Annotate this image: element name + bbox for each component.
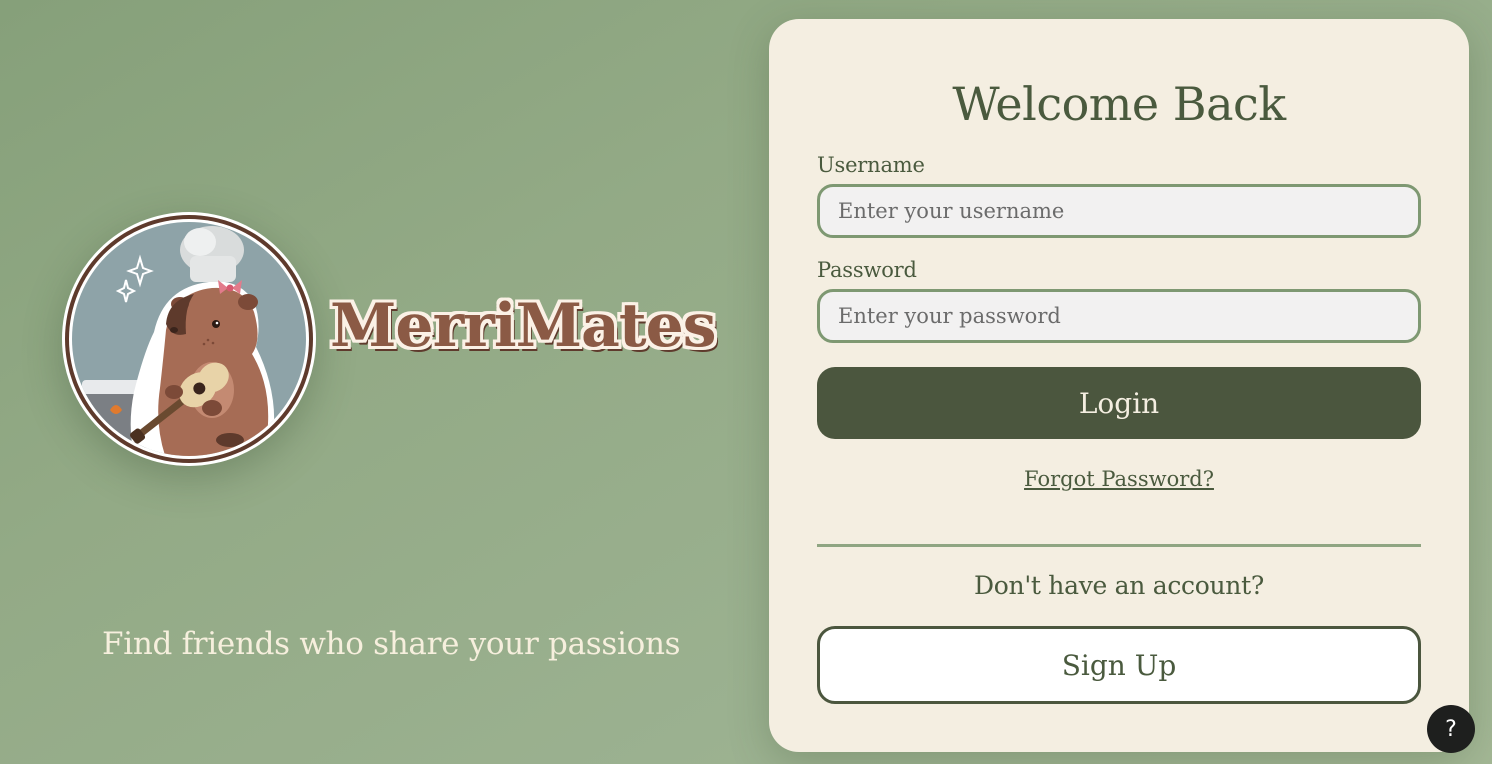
page-title: Welcome Back bbox=[952, 77, 1286, 131]
logo-badge bbox=[62, 212, 316, 466]
help-icon: ? bbox=[1445, 716, 1457, 742]
divider bbox=[817, 544, 1421, 547]
no-account-text: Don't have an account? bbox=[974, 571, 1264, 600]
tagline: Find friends who share your passions bbox=[102, 626, 681, 662]
capybara-logo-icon bbox=[62, 212, 316, 466]
password-input[interactable] bbox=[817, 289, 1421, 343]
brand-name: MerriMates bbox=[330, 291, 717, 361]
forgot-password-link[interactable]: Forgot Password? bbox=[769, 467, 1469, 491]
username-input[interactable] bbox=[817, 184, 1421, 238]
help-button[interactable]: ? bbox=[1427, 705, 1475, 753]
sign-up-button[interactable]: Sign Up bbox=[817, 626, 1421, 704]
login-card: Welcome Back Username Password Login For… bbox=[769, 19, 1469, 752]
brand-panel: MerriMates Find friends who share your p… bbox=[0, 0, 760, 764]
login-button[interactable]: Login bbox=[817, 367, 1421, 439]
username-label: Username bbox=[817, 153, 925, 177]
password-label: Password bbox=[817, 258, 917, 282]
